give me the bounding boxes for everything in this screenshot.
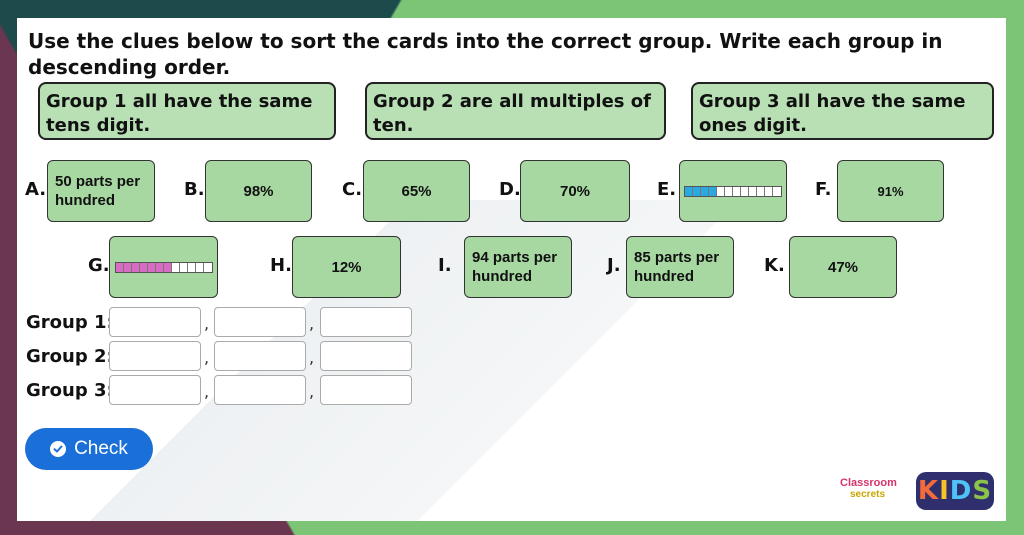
logo-line-2: secrets xyxy=(850,489,886,500)
bar-cell xyxy=(757,186,765,196)
question-text: Use the clues below to sort the cards in… xyxy=(28,29,943,79)
bar-cell xyxy=(187,262,196,272)
check-circle-icon xyxy=(50,441,67,457)
logo-kids-letter: K xyxy=(917,476,940,506)
group-1-answer-3[interactable] xyxy=(320,307,412,337)
card-b[interactable]: 98% xyxy=(205,160,312,222)
group-3-label: Group 3: xyxy=(26,380,114,401)
check-button[interactable]: Check xyxy=(25,428,153,470)
card-letter-g: G. xyxy=(88,255,110,276)
card-a-line1: 50 parts per xyxy=(55,173,141,190)
card-j-line2: hundred xyxy=(634,268,694,285)
group-2-separator-1: , xyxy=(204,348,210,367)
card-e-bar-model xyxy=(684,185,782,197)
card-letter-d: D. xyxy=(499,179,521,200)
card-letter-b: B. xyxy=(184,179,205,200)
bar-cell xyxy=(195,262,204,272)
group-3-answer-2[interactable] xyxy=(214,375,306,405)
card-letter-j: J. xyxy=(607,255,621,276)
bar-cell xyxy=(147,262,156,272)
card-c-value: 65% xyxy=(401,182,432,200)
logo-kids-letter: D xyxy=(949,476,973,506)
card-letter-e: E. xyxy=(657,179,677,200)
card-letter-k: K. xyxy=(764,255,785,276)
bar-cell xyxy=(203,262,212,272)
card-letter-i: I. xyxy=(438,255,452,276)
clue-group-3: Group 3 all have the same ones digit. xyxy=(691,82,994,140)
classroom-secrets-kids-logo: Classroom secrets KIDS xyxy=(840,470,1000,514)
bar-cell xyxy=(733,186,741,196)
check-button-label: Check xyxy=(74,438,128,459)
card-a-line2: hundred xyxy=(55,192,115,209)
card-letter-h: H. xyxy=(270,255,292,276)
group-3-answer-3[interactable] xyxy=(320,375,412,405)
group-2-answer-3[interactable] xyxy=(320,341,412,371)
bar-cell xyxy=(179,262,188,272)
card-e[interactable] xyxy=(679,160,787,222)
bar-cell xyxy=(717,186,725,196)
card-b-value: 98% xyxy=(243,182,274,200)
bar-cell xyxy=(115,262,124,272)
bar-cell xyxy=(123,262,132,272)
group-2-answer-1[interactable] xyxy=(109,341,201,371)
bar-cell xyxy=(139,262,148,272)
group-1-answer-1[interactable] xyxy=(109,307,201,337)
bar-cell xyxy=(701,186,709,196)
card-a[interactable]: 50 parts per hundred xyxy=(47,160,155,222)
card-f-value: 91% xyxy=(877,183,904,199)
group-3-answer-1[interactable] xyxy=(109,375,201,405)
bar-cell xyxy=(725,186,733,196)
card-f[interactable]: 91% xyxy=(837,160,944,222)
bar-cell xyxy=(773,186,781,196)
logo-kids-badge: KIDS xyxy=(916,472,994,510)
card-letter-a: A. xyxy=(25,179,47,200)
clue-group-2: Group 2 are all multiples of ten. xyxy=(365,82,666,140)
bar-cell xyxy=(765,186,773,196)
bar-cell xyxy=(155,262,164,272)
card-h-value: 12% xyxy=(331,258,362,276)
card-letter-c: C. xyxy=(342,179,363,200)
card-g[interactable] xyxy=(109,236,218,298)
card-h[interactable]: 12% xyxy=(292,236,401,298)
group-1-answer-2[interactable] xyxy=(214,307,306,337)
bar-cell xyxy=(685,186,693,196)
card-i[interactable]: 94 parts per hundred xyxy=(464,236,572,298)
card-i-line1: 94 parts per xyxy=(472,249,558,266)
group-2-answer-2[interactable] xyxy=(214,341,306,371)
logo-line-1: Classroom xyxy=(840,477,897,489)
card-c[interactable]: 65% xyxy=(363,160,470,222)
bar-cell xyxy=(131,262,140,272)
group-3-separator-2: , xyxy=(309,382,315,401)
card-d[interactable]: 70% xyxy=(520,160,630,222)
bar-cell xyxy=(749,186,757,196)
logo-kids-text: KIDS xyxy=(918,476,992,506)
group-1-label: Group 1: xyxy=(26,312,114,333)
bar-cell xyxy=(693,186,701,196)
bar-cell xyxy=(171,262,180,272)
logo-kids-letter: I xyxy=(939,476,950,506)
bar-cell xyxy=(163,262,172,272)
group-3-separator-1: , xyxy=(204,382,210,401)
clue-group-1: Group 1 all have the same tens digit. xyxy=(38,82,336,140)
bar-cell xyxy=(709,186,717,196)
group-2-label: Group 2: xyxy=(26,346,114,367)
logo-kids-letter: S xyxy=(972,476,993,506)
card-letter-f: F. xyxy=(815,179,832,200)
bar-cell xyxy=(741,186,749,196)
card-j-line1: 85 parts per xyxy=(634,249,720,266)
group-1-separator-1: , xyxy=(204,314,210,333)
card-k-value: 47% xyxy=(827,258,859,276)
card-i-line2: hundred xyxy=(472,268,532,285)
group-1-separator-2: , xyxy=(309,314,315,333)
card-d-value: 70% xyxy=(559,182,591,200)
card-j[interactable]: 85 parts per hundred xyxy=(626,236,734,298)
card-k[interactable]: 47% xyxy=(789,236,897,298)
card-g-bar-model xyxy=(114,261,213,273)
group-2-separator-2: , xyxy=(309,348,315,367)
